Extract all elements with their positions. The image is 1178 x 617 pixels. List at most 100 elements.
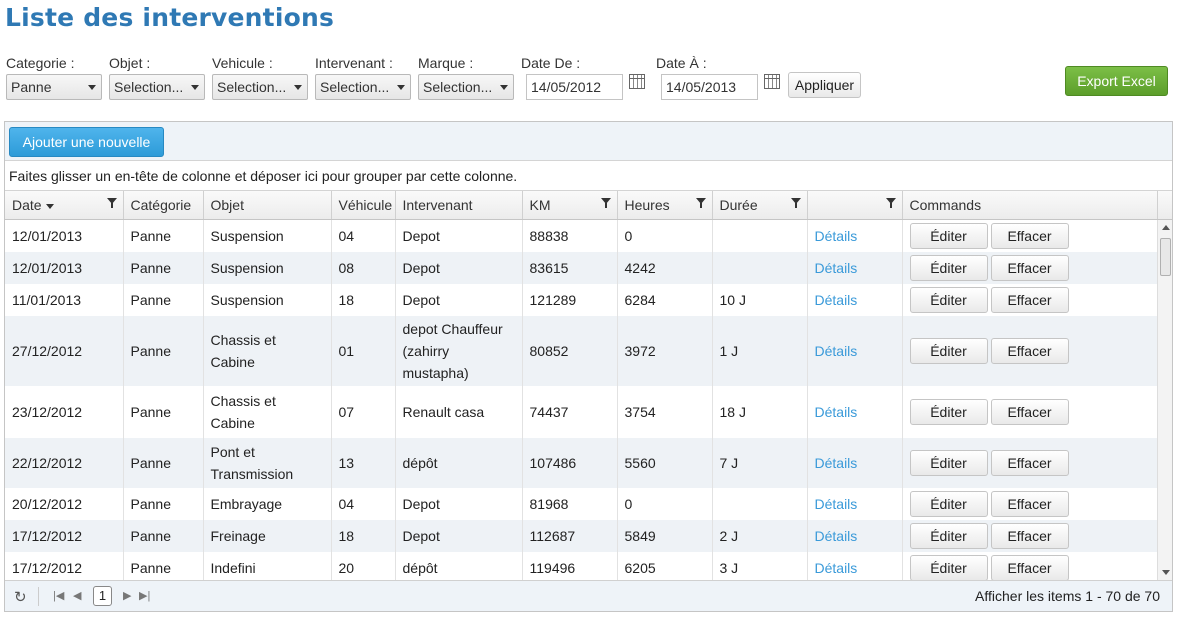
details-link[interactable]: Détails: [815, 343, 858, 359]
details-link[interactable]: Détails: [815, 404, 858, 420]
column-header-intervenant[interactable]: Intervenant: [395, 191, 523, 219]
edit-button[interactable]: Éditer: [909, 399, 988, 425]
delete-button[interactable]: Effacer: [990, 255, 1069, 281]
details-link[interactable]: Détails: [815, 292, 858, 308]
cell-heures: 4242: [617, 252, 713, 284]
next-page-icon[interactable]: ▶: [123, 589, 131, 602]
calendar-icon[interactable]: [629, 74, 645, 89]
table-row[interactable]: 27/12/2012 Panne Chassis et Cabine 01 depot …: [5, 316, 1158, 386]
first-page-icon[interactable]: |◀: [53, 589, 64, 602]
table-row[interactable]: 17/12/2012 Panne Indefini 20 dépôt 119496 6205…: [5, 552, 1158, 580]
cell-heures: 0: [617, 220, 713, 252]
column-label: Durée: [719, 197, 758, 213]
edit-button[interactable]: Éditer: [909, 523, 988, 549]
delete-button[interactable]: Effacer: [990, 399, 1069, 425]
column-header-details[interactable]: [807, 191, 903, 219]
column-header-date[interactable]: Date: [5, 191, 124, 219]
cell-commands: Éditer Effacer: [902, 488, 1158, 520]
column-label: Date: [12, 197, 42, 213]
edit-button[interactable]: Éditer: [909, 255, 988, 281]
edit-button[interactable]: Éditer: [909, 450, 988, 476]
table-row[interactable]: 17/12/2012 Panne Freinage 18 Depot 112687 5849…: [5, 520, 1158, 552]
filter-icon[interactable]: [600, 198, 611, 208]
delete-button[interactable]: Effacer: [990, 287, 1069, 313]
marque-select[interactable]: Selection...: [418, 74, 514, 100]
cell-intervenant: Depot: [395, 220, 523, 252]
delete-button[interactable]: Effacer: [990, 523, 1069, 549]
column-header-categorie[interactable]: Catégorie: [123, 191, 204, 219]
cell-km: 112687: [522, 520, 618, 552]
cell-km: 83615: [522, 252, 618, 284]
column-header-km[interactable]: KM: [522, 191, 618, 219]
intervenant-select[interactable]: Selection...: [315, 74, 411, 100]
filter-icon[interactable]: [695, 198, 706, 208]
filter-date-a: Date À : 14/05/2013: [656, 54, 781, 100]
vertical-scrollbar[interactable]: [1157, 220, 1172, 580]
details-link[interactable]: Détails: [815, 496, 858, 512]
categorie-select[interactable]: Panne: [6, 74, 102, 100]
cell-vehicule: 20: [331, 552, 396, 580]
edit-button[interactable]: Éditer: [909, 223, 988, 249]
cell-categorie: Panne: [123, 220, 204, 252]
add-new-button[interactable]: Ajouter une nouvelle: [9, 127, 164, 157]
delete-button[interactable]: Effacer: [990, 223, 1069, 249]
group-drop-area[interactable]: Faites glisser un en-tête de colonne et …: [5, 161, 1172, 191]
table-row[interactable]: 11/01/2013 Panne Suspension 18 Depot 121289 62…: [5, 284, 1158, 316]
cell-objet: Indefini: [203, 552, 332, 580]
current-page[interactable]: 1: [93, 586, 112, 606]
edit-button[interactable]: Éditer: [909, 287, 988, 313]
details-link[interactable]: Détails: [815, 455, 858, 471]
edit-button[interactable]: Éditer: [909, 491, 988, 517]
cell-vehicule: 01: [331, 316, 396, 386]
chevron-down-icon: [397, 85, 405, 90]
table-row[interactable]: 12/01/2013 Panne Suspension 08 Depot 83615 424…: [5, 252, 1158, 284]
column-label: Heures: [624, 197, 670, 213]
edit-button[interactable]: Éditer: [909, 555, 988, 580]
date-a-input[interactable]: 14/05/2013: [661, 74, 758, 100]
prev-page-icon[interactable]: ◀: [73, 589, 81, 602]
details-link[interactable]: Détails: [815, 560, 858, 576]
delete-button[interactable]: Effacer: [990, 491, 1069, 517]
details-link[interactable]: Détails: [815, 260, 858, 276]
cell-duree: 7 J: [712, 438, 808, 488]
table-row[interactable]: 22/12/2012 Panne Pont et Transmission 13 dép…: [5, 438, 1158, 488]
filter-icon[interactable]: [885, 198, 896, 208]
cell-categorie: Panne: [123, 316, 204, 386]
column-header-objet[interactable]: Objet: [203, 191, 332, 219]
cell-date: 12/01/2013: [5, 220, 124, 252]
cell-date: 27/12/2012: [5, 316, 124, 386]
delete-button[interactable]: Effacer: [990, 450, 1069, 476]
cell-intervenant: depot Chauffeur (zahirry mustapha): [395, 316, 523, 386]
last-page-icon[interactable]: ▶|: [139, 589, 150, 602]
details-link[interactable]: Détails: [815, 228, 858, 244]
cell-commands: Éditer Effacer: [902, 284, 1158, 316]
table-row[interactable]: 23/12/2012 Panne Chassis et Cabine 07 Renaul…: [5, 386, 1158, 438]
filter-icon[interactable]: [106, 198, 117, 208]
refresh-icon[interactable]: ↻: [14, 588, 27, 606]
table-row[interactable]: 20/12/2012 Panne Embrayage 04 Depot 81968 0 Dét…: [5, 488, 1158, 520]
calendar-icon[interactable]: [764, 74, 780, 89]
details-link[interactable]: Détails: [815, 528, 858, 544]
vehicule-select[interactable]: Selection...: [212, 74, 308, 100]
scroll-up-icon[interactable]: [1162, 225, 1170, 230]
apply-button[interactable]: Appliquer: [788, 72, 861, 98]
scroll-down-icon[interactable]: [1162, 570, 1170, 575]
objet-select[interactable]: Selection...: [109, 74, 205, 100]
delete-button[interactable]: Effacer: [990, 555, 1069, 580]
cell-km: 80852: [522, 316, 618, 386]
filter-icon[interactable]: [790, 198, 801, 208]
cell-commands: Éditer Effacer: [902, 552, 1158, 580]
filter-vehicule: Vehicule : Selection...: [212, 54, 308, 100]
cell-objet: Suspension: [203, 220, 332, 252]
column-header-heures[interactable]: Heures: [617, 191, 713, 219]
cell-commands: Éditer Effacer: [902, 220, 1158, 252]
table-row[interactable]: 12/01/2013 Panne Suspension 04 Depot 88838 0 Dé…: [5, 220, 1158, 252]
delete-button[interactable]: Effacer: [990, 338, 1069, 364]
edit-button[interactable]: Éditer: [909, 338, 988, 364]
export-excel-button[interactable]: Export Excel: [1065, 66, 1168, 96]
column-header-duree[interactable]: Durée: [712, 191, 808, 219]
date-de-input[interactable]: 14/05/2012: [526, 74, 623, 100]
scroll-thumb[interactable]: [1160, 238, 1171, 276]
column-header-vehicule[interactable]: Véhicule: [331, 191, 396, 219]
cell-heures: 0: [617, 488, 713, 520]
